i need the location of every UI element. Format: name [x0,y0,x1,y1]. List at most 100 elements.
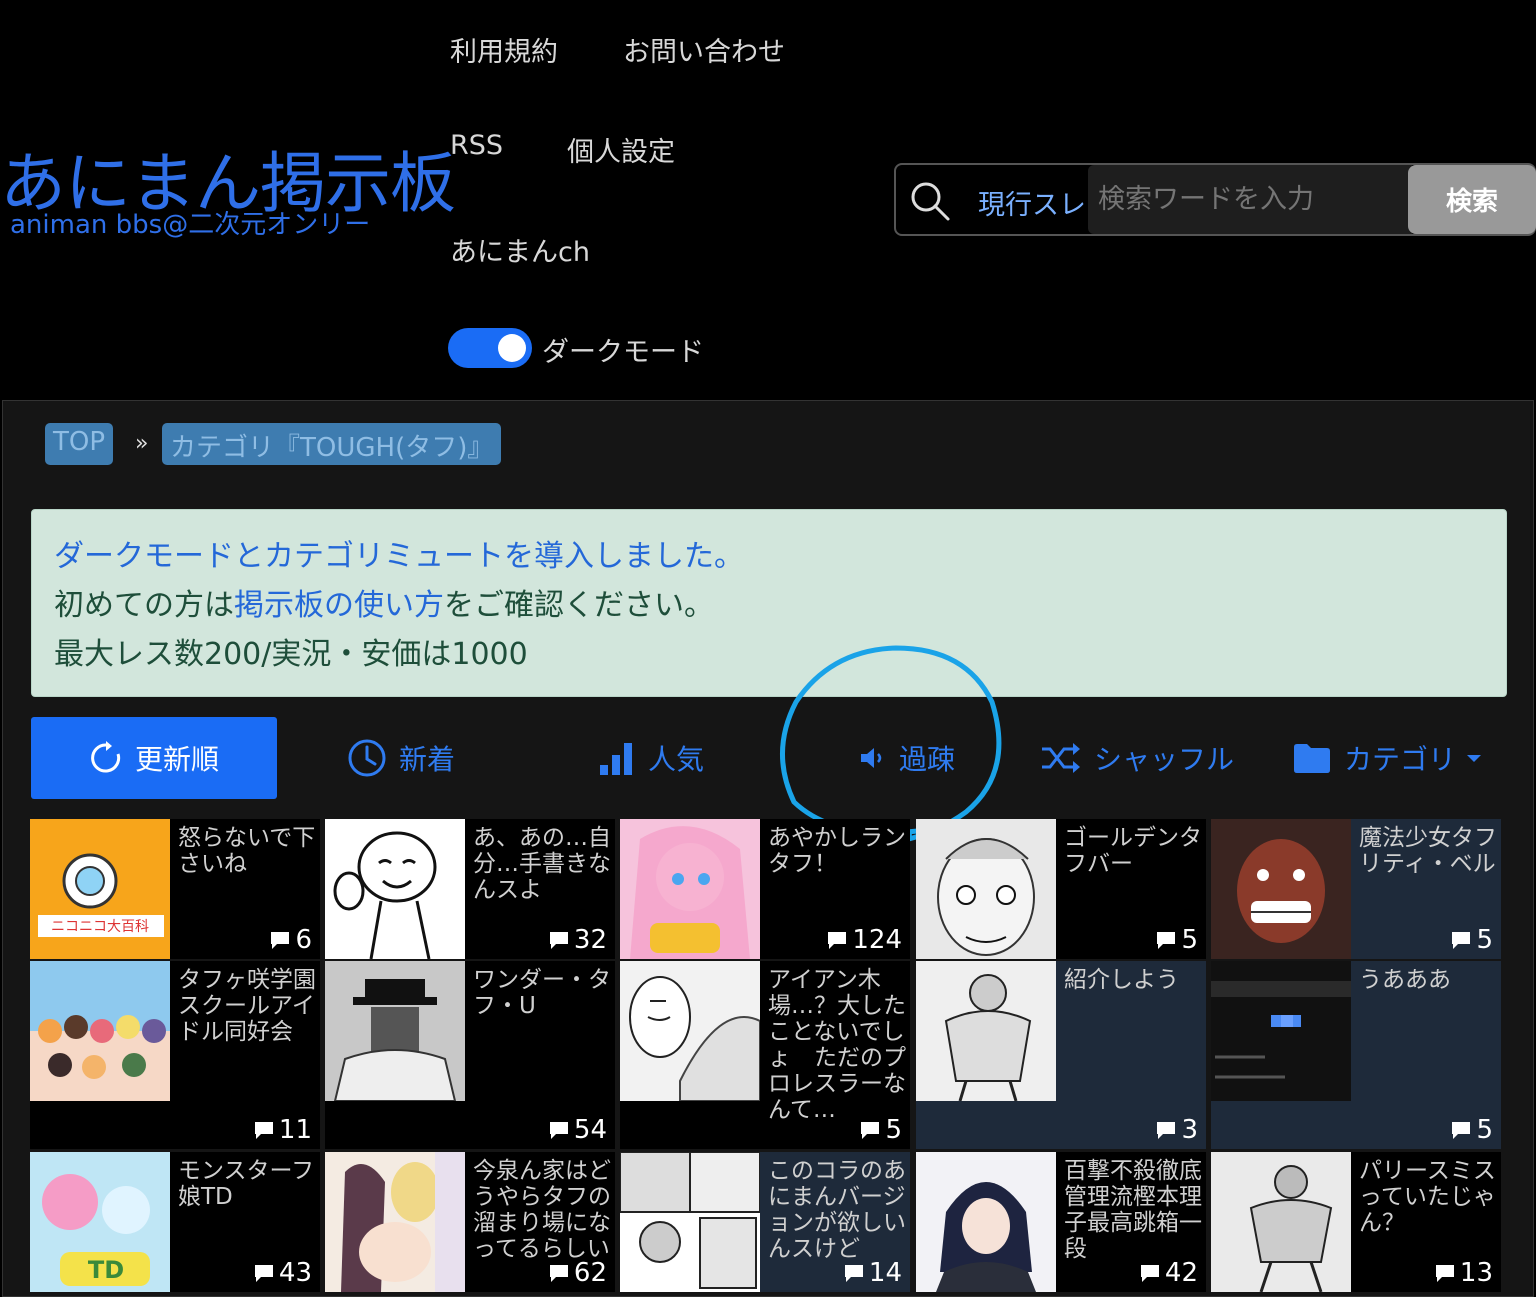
reply-count-value: 43 [278,1258,312,1288]
comment-icon [1157,932,1176,949]
reply-count-value: 11 [278,1115,312,1145]
reply-count-value: 5 [1181,925,1198,955]
thread-thumbnail[interactable]: TD [30,1152,170,1292]
thread-thumbnail[interactable] [1211,819,1351,959]
reply-count-value: 5 [1476,1115,1493,1145]
breadcrumb-separator: » [135,431,149,456]
thread-card[interactable]: あ、あの…自分…手書きなんスよ 32 [325,819,615,959]
thread-reply-count: 3 [1155,1115,1198,1145]
thread-card[interactable]: うあああ 5 [1211,961,1501,1149]
comment-icon [1452,932,1471,949]
reply-count-value: 13 [1459,1258,1493,1288]
tab-update-order[interactable]: 更新順 [31,717,277,799]
nav-settings-link[interactable]: 個人設定 [567,130,675,169]
notice-box: ダークモードとカテゴリミュートを導入しました。 初めての方は掲示板の使い方をご確… [31,509,1507,697]
thread-card[interactable]: 紹介しよう 3 [916,961,1206,1149]
thread-thumbnail[interactable] [916,1152,1056,1292]
tab-shuffle-label: シャッフル [1093,743,1234,776]
site-header: あにまん掲示板 animan bbs@二次元オンリー 利用規約 お問い合わせ R… [0,0,1536,400]
tab-old[interactable]: 過疎 [831,717,981,799]
dark-mode-toggle[interactable] [448,328,532,368]
notice-announcement-link[interactable]: ダークモードとカテゴリミュートを導入しました。 [54,539,744,574]
bar-chart-icon [599,743,632,775]
reply-count-value: 5 [1476,925,1493,955]
folder-icon [1293,744,1330,773]
comment-icon [1140,1265,1159,1282]
thread-thumbnail[interactable] [916,961,1056,1101]
comment-icon [549,1122,568,1139]
tab-shuffle[interactable]: シャッフル [1039,717,1235,799]
thread-reply-count: 5 [1155,925,1198,955]
thread-thumbnail[interactable]: ニコニコ大百科 [30,819,170,959]
thread-reply-count: 14 [843,1258,902,1288]
thread-thumbnail[interactable] [30,961,170,1101]
thread-card[interactable]: このコラのあにまんバージョンが欲しいんスけど 14 [620,1152,910,1292]
thread-thumbnail[interactable] [325,961,465,1101]
caret-down-icon [1467,755,1481,762]
tab-category-label: カテゴリ [1343,743,1456,776]
thread-thumbnail[interactable] [325,1152,465,1292]
comment-icon [549,1265,568,1282]
thread-thumbnail[interactable] [620,1152,760,1292]
thread-card[interactable]: 今泉ん家はどうやらタフの溜まり場になってるらしい 62 [325,1152,615,1292]
notice-text-pre: 初めての方は [54,588,234,623]
thread-reply-count: 124 [826,925,902,955]
comment-icon [844,1265,863,1282]
thread-thumbnail[interactable] [1211,961,1351,1101]
search-bar: 現行スレ 検索 [894,163,1536,236]
thread-card[interactable]: 百撃不殺徹底管理流樫本理子最高跳箱一段 42 [916,1152,1206,1292]
search-icon[interactable] [908,179,952,223]
thread-card[interactable]: パリースミスっていたじゃん？ 13 [1211,1152,1501,1292]
nav-contact-link[interactable]: お問い合わせ [623,30,785,69]
comment-icon [861,1122,880,1139]
notice-text-post: をご確認ください。 [444,588,714,623]
thread-reply-count: 42 [1139,1258,1198,1288]
toggle-knob [498,334,526,362]
reply-count-value: 54 [573,1115,607,1145]
thread-thumbnail[interactable] [916,819,1056,959]
thread-card[interactable]: ニコニコ大百科 怒らないで下さいね 6 [30,819,320,959]
thread-reply-count: 62 [548,1258,607,1288]
search-input[interactable] [1088,165,1412,234]
comment-icon [254,1265,273,1282]
reply-count-value: 3 [1181,1115,1198,1145]
comment-icon [254,1122,273,1139]
search-button[interactable]: 検索 [1408,165,1536,234]
reply-count-value: 5 [885,1115,902,1145]
thread-card[interactable]: ゴールデンタフバー 5 [916,819,1206,959]
thread-reply-count: 5 [1450,925,1493,955]
reply-count-value: 32 [573,925,607,955]
thread-card[interactable]: あやかしランタフ！ 124 [620,819,910,959]
thread-thumbnail[interactable] [1211,1152,1351,1292]
thread-thumbnail[interactable] [620,961,760,1101]
thread-card[interactable]: TD モンスターフ娘TD 43 [30,1152,320,1292]
how-to-use-link[interactable]: 掲示板の使い方 [234,588,444,623]
search-scope-select[interactable]: 現行スレ [978,183,1088,222]
nav-animanch-link[interactable]: あにまんch [450,230,590,269]
site-logo[interactable]: あにまん掲示板 animan bbs@二次元オンリー [0,148,456,239]
comment-icon [271,932,290,949]
breadcrumb-category[interactable]: カテゴリ『TOUGH(タフ)』 [162,423,502,465]
thread-reply-count: 11 [253,1115,312,1145]
tab-new[interactable]: 新着 [321,717,481,799]
sort-tabs: 更新順 新着 人気 過疎 シャッフル カテゴリ [31,717,1507,799]
thread-card[interactable]: タフヶ咲学園スクールアイドル同好会 11 [30,961,320,1149]
reply-count-value: 42 [1164,1258,1198,1288]
clock-icon [348,739,386,777]
nav-rss-link[interactable]: RSS [450,130,503,161]
thread-thumbnail[interactable] [620,819,760,959]
thread-reply-count: 54 [548,1115,607,1145]
nav-terms-link[interactable]: 利用規約 [450,30,558,69]
tab-category-dropdown[interactable]: カテゴリ [1283,717,1493,799]
thread-card[interactable]: アイアン木場…？大したことないでしょ ただのプロレスラーなんて… 5 [620,961,910,1149]
thread-reply-count: 5 [859,1115,902,1145]
thread-card[interactable]: ワンダー・タフ・U 54 [325,961,615,1149]
logo-subtitle[interactable]: animan bbs@二次元オンリー [0,212,410,238]
reply-count-value: 62 [573,1258,607,1288]
thread-card[interactable]: 魔法少女タフリティ・ベル 5 [1211,819,1501,959]
tab-popular[interactable]: 人気 [571,717,731,799]
speaker-icon [860,748,882,768]
thread-thumbnail[interactable] [325,819,465,959]
breadcrumb-top[interactable]: TOP [45,423,114,465]
comment-icon [1157,1122,1176,1139]
